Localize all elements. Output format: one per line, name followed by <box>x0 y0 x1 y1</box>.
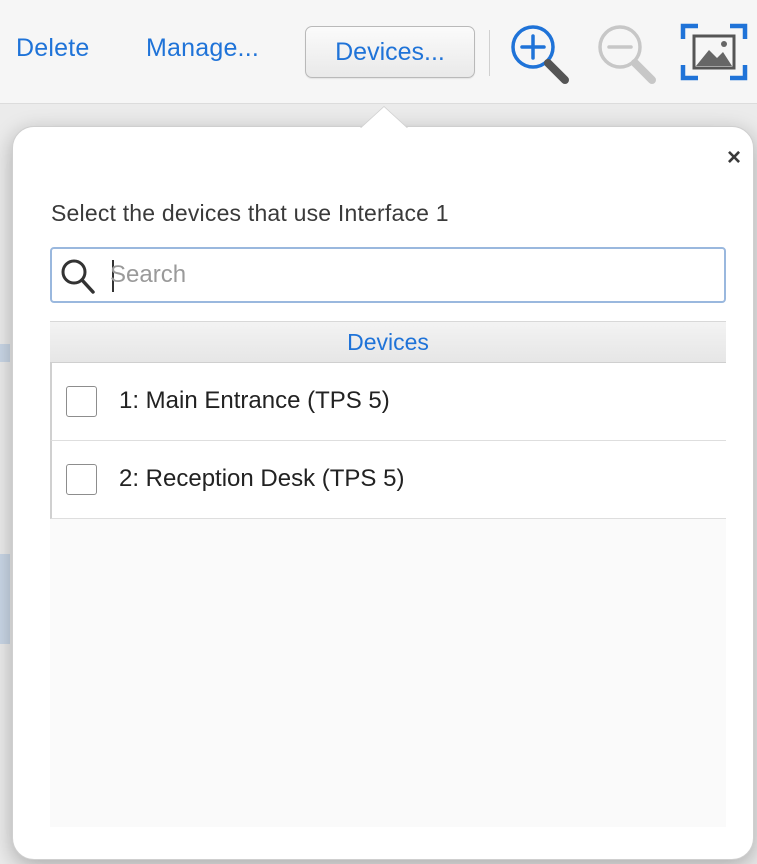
toolbar: Delete Manage... Devices... <box>0 0 757 104</box>
device-checkbox[interactable] <box>66 464 97 495</box>
search-icon <box>58 257 108 302</box>
fit-image-icon[interactable] <box>680 23 748 86</box>
table-row[interactable]: 2: Reception Desk (TPS 5) <box>50 441 726 519</box>
devices-popover: × Select the devices that use Interface … <box>12 126 754 860</box>
background-accent <box>0 554 10 644</box>
zoom-in-icon[interactable] <box>507 22 573 91</box>
device-label: 2: Reception Desk (TPS 5) <box>119 465 405 492</box>
delete-button[interactable]: Delete <box>16 34 89 63</box>
close-icon[interactable]: × <box>719 143 749 173</box>
devices-button[interactable]: Devices... <box>305 26 475 78</box>
manage-button[interactable]: Manage... <box>146 34 259 63</box>
device-checkbox[interactable] <box>66 386 97 417</box>
devices-column-header[interactable]: Devices <box>50 321 726 363</box>
table-row[interactable]: 1: Main Entrance (TPS 5) <box>50 363 726 441</box>
zoom-out-icon[interactable] <box>594 22 660 91</box>
search-box[interactable] <box>50 247 726 303</box>
search-input[interactable] <box>110 252 710 298</box>
app-window: Delete Manage... Devices... × Select the… <box>0 0 757 864</box>
toolbar-divider <box>489 30 490 76</box>
background-accent <box>0 344 10 362</box>
device-label: 1: Main Entrance (TPS 5) <box>119 387 390 414</box>
popover-prompt: Select the devices that use Interface 1 <box>51 200 449 226</box>
popover-arrow <box>360 107 408 129</box>
devices-table: Devices 1: Main Entrance (TPS 5) 2: Rece… <box>50 321 726 827</box>
